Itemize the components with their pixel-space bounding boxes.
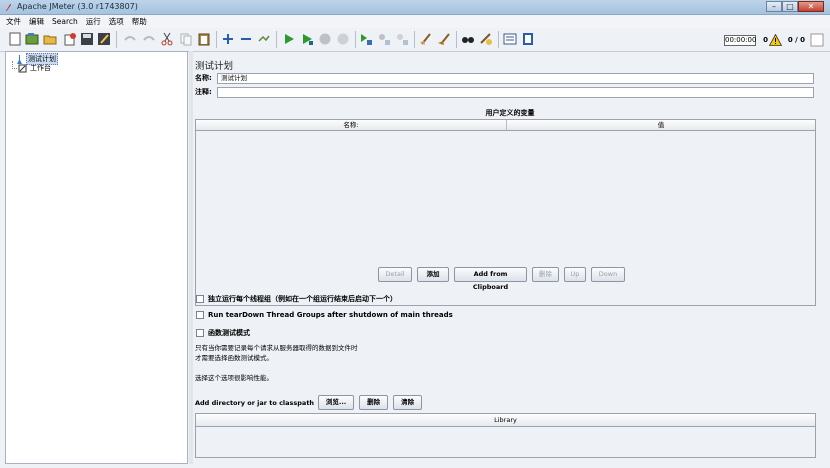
column-library[interactable]: Library [196,414,815,426]
close-button[interactable]: ✕ [798,1,824,12]
reset-search-icon[interactable] [479,32,493,46]
table-header: 名称: 值 [196,120,815,131]
menu-help[interactable]: 帮助 [132,16,147,27]
checkbox-label: 函数测试模式 [208,329,250,337]
checkbox-label: Run tearDown Thread Groups after shutdow… [208,311,453,319]
scissors-icon[interactable] [160,32,174,46]
clear-icon[interactable] [419,32,433,46]
down-button[interactable]: Down [591,267,625,282]
window-title-bar: Apache JMeter (3.0 r1743807) – □ ✕ [0,0,830,15]
window-title: Apache JMeter (3.0 r1743807) [17,2,138,11]
functional-test-mode-checkbox[interactable]: 函数测试模式 [196,328,250,338]
tree-node-workbench[interactable]: 工作台 [18,63,52,73]
functional-mode-note-1: 只有当你需要记录每个请求从服务器取得的数据到文件时 [195,344,358,352]
page-title: 测试计划 [195,61,234,72]
stop-icon[interactable] [318,32,332,46]
checkbox-box[interactable] [196,311,204,319]
up-button[interactable]: Up [564,267,586,282]
classpath-row: Add directory or jar to classpath 浏览... … [195,395,427,410]
templates-icon[interactable] [25,32,39,46]
workbench-icon [18,64,27,72]
collapse-all-icon[interactable] [239,32,253,46]
checkbox-label: 独立运行每个线程组（例如在一个组运行结束后启动下一个） [208,295,397,303]
checkbox-box[interactable] [196,295,204,303]
new-icon[interactable] [8,32,22,46]
menu-options[interactable]: 选项 [109,16,124,27]
tree-node-label: 工作台 [30,64,51,72]
add-button[interactable]: 添加 [417,267,449,282]
user-defined-variables-title: 用户定义的变量 [485,109,535,117]
remote-start-icon[interactable] [359,32,373,46]
menu-search[interactable]: Search [52,17,78,26]
checkbox-box[interactable] [196,329,204,337]
minimize-button[interactable]: – [766,1,782,12]
shutdown-icon[interactable] [336,32,350,46]
toggle-icon[interactable] [257,32,271,46]
start-icon[interactable] [282,32,296,46]
jmeter-feather-icon [5,3,12,12]
menu-edit[interactable]: 编辑 [29,16,44,27]
name-label: 名称: [195,74,212,82]
copy-icon[interactable] [142,32,156,46]
delete-button[interactable]: 删除 [532,267,559,282]
active-threads: 0 / 0 [787,36,805,44]
clear-all-icon[interactable] [437,32,451,46]
table-header: Library [196,414,815,427]
search-icon[interactable] [461,32,475,46]
comment-row: 注释: [195,86,814,98]
maximize-button[interactable]: □ [782,1,798,12]
remote-shutdown-icon[interactable] [395,32,409,46]
close-file-icon[interactable] [63,32,77,46]
classpath-delete-button[interactable]: 删除 [359,395,389,410]
menu-run[interactable]: 运行 [86,16,101,27]
comment-label: 注释: [195,88,212,96]
save-as-icon[interactable] [97,32,111,46]
menu-bar: 文件 编辑 Search 运行 选项 帮助 [0,15,830,28]
warning-icon[interactable] [769,34,782,46]
classpath-label: Add directory or jar to classpath [195,398,315,407]
name-field[interactable]: 测试计划 [217,72,814,84]
run-thread-groups-consecutively-checkbox[interactable]: 独立运行每个线程组（例如在一个组运行结束后启动下一个） [196,294,397,304]
name-row: 名称: 测试计划 [195,72,814,84]
copy-doc-icon[interactable] [179,32,193,46]
test-plan-panel: 测试计划 名称: 测试计划 注释: 用户定义的变量 名称: 值 Detail 添… [193,52,827,466]
add-from-clipboard-button[interactable]: Add from Clipboard [454,267,527,291]
classpath-clear-button[interactable]: 清除 [393,395,423,410]
save-icon[interactable] [80,32,94,46]
run-teardown-checkbox[interactable]: Run tearDown Thread Groups after shutdow… [196,311,453,319]
column-value[interactable]: 值 [507,120,815,130]
expand-all-icon[interactable] [221,32,235,46]
remote-stop-icon[interactable] [377,32,391,46]
open-icon[interactable] [43,32,57,46]
toolbar: 00:00:00 0 0 / 0 [0,28,830,52]
library-table[interactable]: Library [195,413,816,458]
performance-note: 选择这个选项很影响性能。 [195,374,273,382]
paste-icon[interactable] [197,32,211,46]
menu-file[interactable]: 文件 [6,16,21,27]
elapsed-timer: 00:00:00 [724,35,757,46]
cut-icon[interactable] [123,32,137,46]
function-helper-icon[interactable] [503,32,517,46]
error-count: 0 [763,36,768,44]
running-indicator-icon [810,33,824,47]
start-no-pause-icon[interactable] [300,32,314,46]
comment-field[interactable] [217,86,814,98]
table-button-row: Detail 添加 Add from Clipboard 删除 Up Down [378,267,630,291]
functional-mode-note-2: 才需要选择函数测试模式。 [195,354,273,362]
browse-button[interactable]: 浏览... [318,395,355,410]
test-plan-tree[interactable]: 测试计划 工作台 [5,51,188,464]
detail-button[interactable]: Detail [378,267,412,282]
help-icon[interactable] [521,32,535,46]
column-name[interactable]: 名称: [196,120,507,130]
